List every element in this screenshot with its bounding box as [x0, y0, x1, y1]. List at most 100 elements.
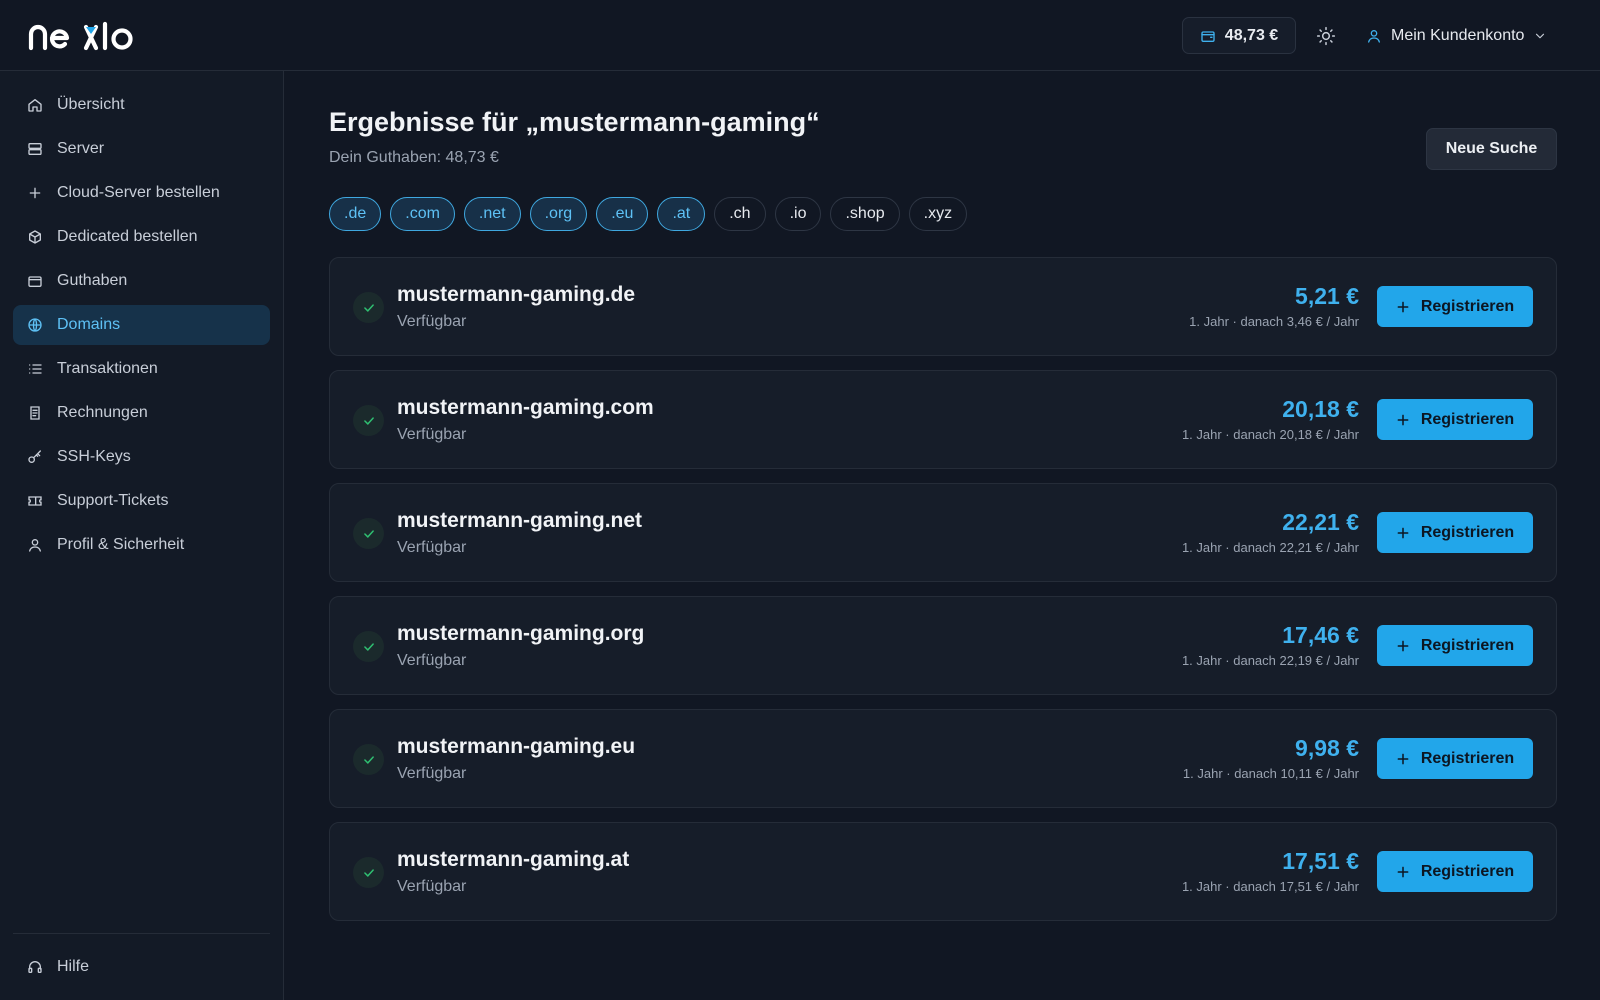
sidebar-item-label: Dedicated bestellen	[57, 228, 198, 245]
sidebar-divider	[13, 933, 270, 934]
balance-subtitle: Dein Guthaben: 48,73 €	[329, 149, 499, 166]
sidebar-item-ssh-keys[interactable]: SSH-Keys	[13, 437, 270, 477]
sidebar-item-rechnungen[interactable]: Rechnungen	[13, 393, 270, 433]
sidebar-item-label: Transaktionen	[57, 360, 158, 377]
availability-status: Verfügbar	[397, 878, 467, 895]
price: 20,18 €	[1282, 396, 1359, 422]
sidebar-item-guthaben[interactable]: Guthaben	[13, 261, 270, 301]
price: 5,21 €	[1295, 283, 1359, 309]
tld-chip-io[interactable]: .io	[774, 197, 822, 231]
plus-icon	[1397, 414, 1409, 425]
tld-filter: .de .com .net .org .eu .at .ch .io .shop…	[329, 197, 968, 231]
sidebar-item-dedicated-bestellen[interactable]: Dedicated bestellen	[13, 217, 270, 257]
sidebar-item-server[interactable]: Server	[13, 129, 270, 169]
sidebar-item-label: Domains	[57, 316, 121, 333]
sidebar: Übersicht Server Cloud-Server bestellen …	[0, 71, 284, 1000]
account-menu[interactable]: Mein Kundenkonto	[1366, 22, 1547, 50]
renewal-note: 1. Jahr · danach 22,19 € / Jahr	[1181, 653, 1359, 668]
availability-status: Verfügbar	[397, 652, 467, 669]
renewal-note: 1. Jahr · danach 20,18 € / Jahr	[1181, 427, 1359, 442]
balance-button[interactable]: 48,73 €	[1182, 17, 1296, 54]
wallet-icon	[1201, 30, 1215, 42]
main-content: Ergebnisse für „mustermann-gaming“ Dein …	[285, 71, 1600, 1000]
tld-chip-at[interactable]: .at	[657, 197, 706, 231]
register-button[interactable]: Registrieren	[1377, 399, 1533, 440]
sidebar-item-label: Profil & Sicherheit	[57, 536, 185, 553]
domain-result: mustermann-gaming.net Verfügbar 22,21 € …	[329, 483, 1557, 582]
domain-name: mustermann-gaming.at	[397, 848, 630, 871]
domain-name: mustermann-gaming.org	[397, 622, 645, 645]
sidebar-item-label: Übersicht	[57, 96, 125, 113]
sidebar-item-domains[interactable]: Domains	[13, 305, 270, 345]
availability-status: Verfügbar	[397, 313, 467, 330]
register-button[interactable]: Registrieren	[1377, 512, 1533, 553]
theme-toggle[interactable]	[1312, 22, 1340, 50]
domain-name: mustermann-gaming.com	[397, 396, 654, 419]
balance-amount: 48,73 €	[1224, 26, 1279, 44]
home-icon	[27, 97, 43, 113]
receipt-icon	[27, 405, 43, 421]
plus-icon	[1397, 753, 1409, 764]
page-title: Ergebnisse für „mustermann-gaming“	[329, 107, 820, 137]
tld-chip-org[interactable]: .org	[529, 197, 588, 231]
plus-icon	[1397, 301, 1409, 312]
renewal-note: 1. Jahr · danach 22,21 € / Jahr	[1181, 540, 1359, 555]
user-icon	[27, 537, 43, 553]
sidebar-item-profil-sicherheit[interactable]: Profil & Sicherheit	[13, 525, 270, 565]
availability-status: Verfügbar	[397, 426, 467, 443]
register-label: Registrieren	[1420, 636, 1515, 654]
price: 22,21 €	[1282, 509, 1359, 535]
sidebar-item-label: Server	[57, 140, 105, 157]
sidebar-item-uebersicht[interactable]: Übersicht	[13, 85, 270, 125]
tld-chip-ch[interactable]: .ch	[714, 197, 766, 231]
tld-chip-shop[interactable]: .shop	[830, 197, 900, 231]
plus-icon	[27, 185, 43, 201]
register-button[interactable]: Registrieren	[1377, 625, 1533, 666]
tld-chip-net[interactable]: .net	[463, 197, 521, 231]
account-label: Mein Kundenkonto	[1391, 27, 1525, 44]
plus-icon	[1397, 866, 1409, 877]
sun-icon	[1316, 26, 1336, 46]
check-icon	[353, 857, 384, 888]
availability-status: Verfügbar	[397, 539, 467, 556]
price: 9,98 €	[1295, 735, 1359, 761]
renewal-note: 1. Jahr · danach 10,11 € / Jahr	[1182, 766, 1359, 781]
availability-status: Verfügbar	[397, 765, 467, 782]
price: 17,46 €	[1282, 622, 1359, 648]
domain-name: mustermann-gaming.eu	[397, 735, 636, 758]
tld-chip-com[interactable]: .com	[390, 197, 455, 231]
ticket-icon	[27, 493, 43, 509]
tld-chip-eu[interactable]: .eu	[596, 197, 649, 231]
new-search-button[interactable]: Neue Suche	[1426, 128, 1557, 170]
sidebar-item-label: Guthaben	[57, 272, 128, 289]
plus-icon	[1397, 640, 1409, 651]
sidebar-item-cloud-server-bestellen[interactable]: Cloud-Server bestellen	[13, 173, 270, 213]
tld-chip-de[interactable]: .de	[329, 197, 382, 231]
sidebar-item-label: Hilfe	[57, 958, 90, 975]
register-label: Registrieren	[1420, 297, 1515, 315]
domain-name: mustermann-gaming.de	[397, 283, 636, 306]
register-button[interactable]: Registrieren	[1377, 286, 1533, 327]
register-label: Registrieren	[1420, 862, 1515, 880]
register-label: Registrieren	[1420, 749, 1515, 767]
sidebar-item-hilfe[interactable]: Hilfe	[13, 947, 270, 987]
top-bar: nexlo 48,73 € Mein Kundenkonto	[0, 0, 1600, 71]
register-button[interactable]: Registrieren	[1377, 738, 1533, 779]
domain-result: mustermann-gaming.de Verfügbar 5,21 € 1.…	[329, 257, 1557, 356]
sidebar-item-transaktionen[interactable]: Transaktionen	[13, 349, 270, 389]
nexlo-logo[interactable]: nexlo	[28, 18, 134, 54]
user-icon	[1368, 30, 1380, 43]
key-icon	[27, 449, 43, 465]
register-label: Registrieren	[1420, 523, 1515, 541]
tld-chip-xyz[interactable]: .xyz	[908, 197, 968, 231]
renewal-note: 1. Jahr · danach 17,51 € / Jahr	[1181, 879, 1359, 894]
register-button[interactable]: Registrieren	[1377, 851, 1533, 892]
sidebar-item-label: Support-Tickets	[57, 492, 169, 509]
domain-result: mustermann-gaming.eu Verfügbar 9,98 € 1.…	[329, 709, 1557, 808]
check-icon	[353, 631, 384, 662]
register-label: Registrieren	[1420, 410, 1515, 428]
renewal-note: 1. Jahr · danach 3,46 € / Jahr	[1189, 314, 1359, 329]
check-icon	[353, 518, 384, 549]
list-icon	[27, 361, 43, 377]
sidebar-item-support-tickets[interactable]: Support-Tickets	[13, 481, 270, 521]
